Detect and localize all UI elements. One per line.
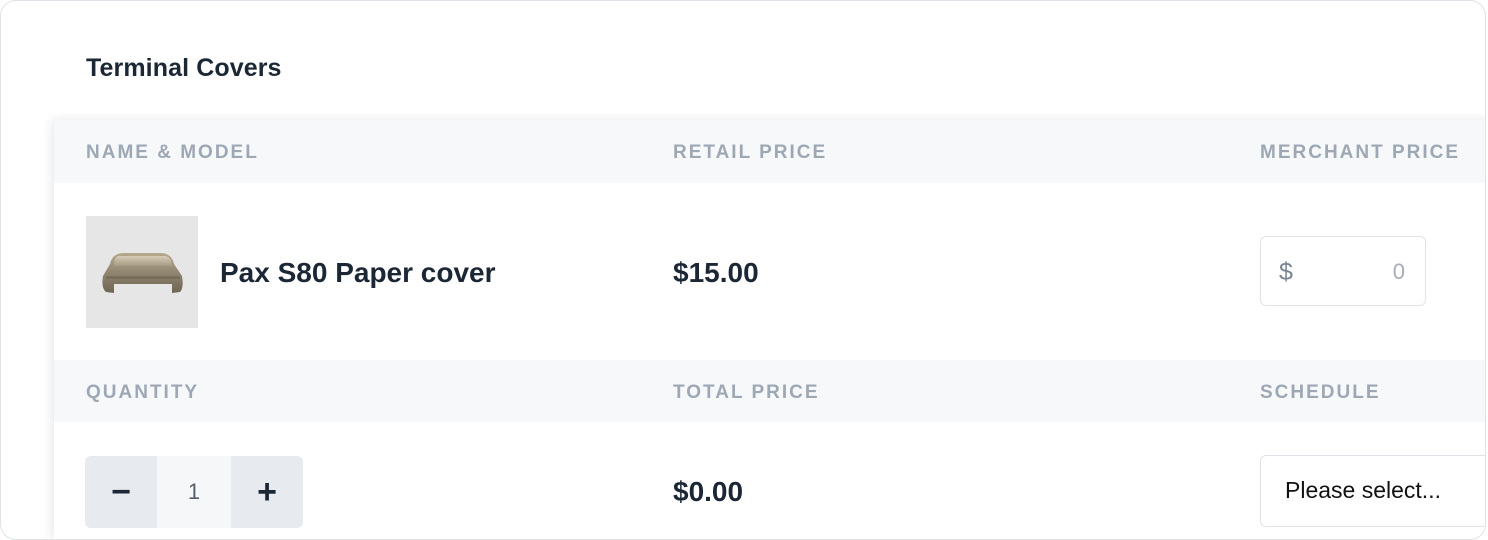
merchant-price-input[interactable] <box>1323 255 1407 289</box>
column-header-name-model: NAME & MODEL <box>86 142 259 163</box>
terminal-covers-card: Terminal Covers NAME & MODEL RETAIL PRIC… <box>0 0 1486 540</box>
quantity-stepper[interactable]: − 1 + <box>85 456 303 528</box>
column-header-schedule: SCHEDULE <box>1260 382 1381 403</box>
currency-symbol: $ <box>1279 258 1293 286</box>
product-image <box>86 216 198 328</box>
column-header-total-price: TOTAL PRICE <box>673 382 820 403</box>
quantity-value[interactable]: 1 <box>157 456 231 528</box>
table-header-row-2: QUANTITY TOTAL PRICE SCHEDULE <box>54 360 1485 422</box>
table-header-row: NAME & MODEL RETAIL PRICE MERCHANT PRICE <box>54 120 1485 183</box>
product-table: NAME & MODEL RETAIL PRICE MERCHANT PRICE <box>54 120 1485 539</box>
column-header-retail-price: RETAIL PRICE <box>673 142 828 163</box>
retail-price-value: $15.00 <box>673 257 759 288</box>
section-title: Terminal Covers <box>86 54 282 82</box>
increment-button[interactable]: + <box>231 456 303 528</box>
total-price-value: $0.00 <box>673 476 744 507</box>
merchant-price-field[interactable]: $ <box>1260 236 1426 306</box>
product-name: Pax S80 Paper cover <box>220 257 496 288</box>
column-header-merchant-price: MERCHANT PRICE <box>1260 142 1461 163</box>
decrement-button[interactable]: − <box>85 456 157 528</box>
terminal-cover-icon <box>102 253 183 293</box>
schedule-select-value: Please select... <box>1285 477 1441 503</box>
column-header-quantity: QUANTITY <box>86 382 200 403</box>
schedule-select[interactable]: Please select... <box>1260 455 1485 527</box>
